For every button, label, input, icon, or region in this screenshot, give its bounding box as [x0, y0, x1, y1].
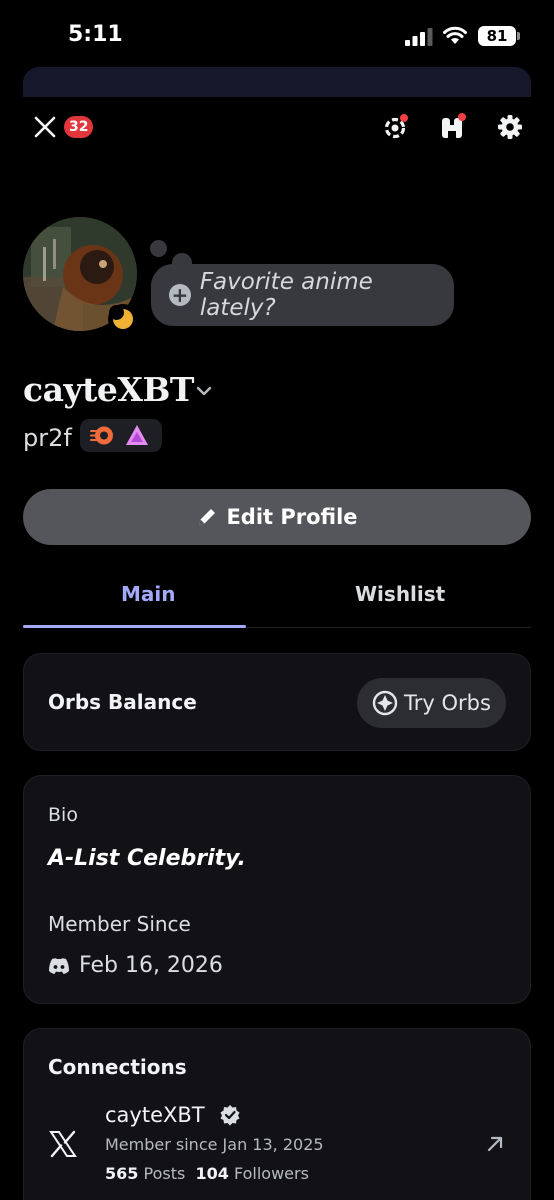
bio-text: A-List Celebrity.	[48, 846, 246, 871]
custom-status-text: Favorite anime lately?	[199, 269, 373, 321]
cellular-signal-icon	[405, 28, 433, 46]
member-since-label: Member Since	[48, 912, 191, 936]
orbs-card: Orbs Balance Try Orbs	[23, 653, 531, 751]
external-link-icon[interactable]	[484, 1133, 506, 1155]
orb-icon	[372, 690, 398, 716]
idle-status-icon	[108, 304, 138, 334]
gear-icon[interactable]	[496, 113, 524, 141]
member-since-date: Feb 16, 2026	[79, 953, 223, 978]
posts-label: Posts	[143, 1164, 186, 1183]
x-logo-icon	[49, 1130, 77, 1158]
followers-label: Followers	[233, 1164, 309, 1183]
battery-indicator: 81	[478, 26, 520, 46]
discord-logo-icon	[49, 958, 69, 974]
chevron-down-icon[interactable]	[194, 381, 214, 401]
posts-count: 565	[105, 1164, 139, 1183]
unread-dot	[458, 113, 466, 121]
active-tab-indicator	[23, 625, 246, 628]
plus-icon: +	[169, 284, 191, 306]
profile-badges[interactable]	[80, 419, 162, 452]
bio-label: Bio	[48, 804, 78, 826]
status-bar: 5:11 81	[0, 0, 554, 70]
connections-card: Connections cayteXBT Member since Jan 13…	[23, 1028, 531, 1200]
profile-tabs: Main Wishlist	[23, 562, 531, 628]
tab-wishlist[interactable]: Wishlist	[355, 582, 445, 606]
connection-member-since: Member since Jan 13, 2025	[105, 1135, 324, 1154]
orbs-balance-label: Orbs Balance	[48, 690, 197, 714]
connection-stats: 565 Posts 104 Followers	[105, 1164, 309, 1183]
connection-account-name[interactable]: cayteXBT	[105, 1103, 205, 1127]
server-tag-button[interactable]	[439, 113, 467, 141]
tab-main[interactable]: Main	[121, 582, 176, 606]
followers-count: 104	[195, 1164, 229, 1183]
edit-profile-button[interactable]: Edit Profile	[23, 489, 531, 545]
close-icon[interactable]	[32, 114, 58, 140]
connections-title: Connections	[48, 1055, 187, 1079]
badges-graphic	[90, 425, 148, 445]
profile-topbar: 32	[0, 104, 554, 150]
pencil-icon	[199, 509, 216, 525]
username: pr2f	[23, 424, 72, 452]
unread-dot	[400, 114, 408, 122]
edit-profile-label: Edit Profile	[226, 505, 358, 529]
display-name[interactable]: cayteXBT	[23, 370, 194, 409]
bubble-tail-dot	[150, 240, 167, 257]
background-sheet	[23, 67, 531, 97]
verified-icon	[220, 1105, 240, 1126]
nitro-triangle-badge-icon	[126, 425, 148, 445]
about-card: Bio A-List Celebrity. Member Since Feb 1…	[23, 775, 531, 1004]
status-time: 5:11	[68, 22, 123, 47]
try-orbs-label: Try Orbs	[404, 691, 491, 715]
nitro-shop-button[interactable]	[381, 113, 409, 141]
notification-badge[interactable]: 32	[64, 116, 94, 138]
wifi-icon	[443, 26, 467, 44]
custom-status-bubble[interactable]: + Favorite anime lately?	[151, 264, 454, 326]
try-orbs-button[interactable]: Try Orbs	[357, 678, 506, 728]
quest-badge-icon	[90, 426, 113, 445]
